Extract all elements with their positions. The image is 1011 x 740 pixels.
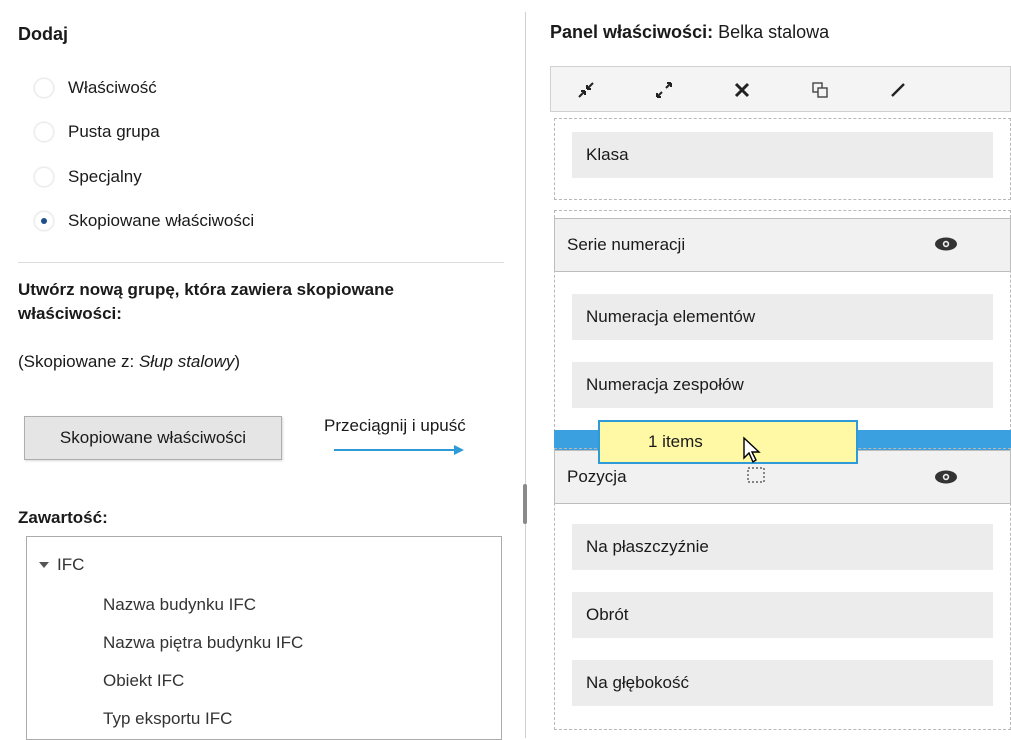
eye-icon[interactable] [934, 469, 958, 485]
copied-description: Utwórz nową grupę, która zawiera skopiow… [18, 280, 394, 323]
copied-from-text: (Skopiowane z: Słup stalowy) [18, 352, 240, 372]
tree-item[interactable]: Nazwa budynku IFC [103, 595, 256, 615]
tree-root-label: IFC [57, 555, 85, 574]
radio-label: Pusta grupa [68, 122, 160, 141]
radio-property[interactable]: Właściwość [34, 78, 157, 98]
radio-label: Specjalny [68, 167, 142, 186]
tree-node-ifc[interactable]: IFC [39, 555, 84, 575]
drag-hint: Przeciągnij i upuść [324, 416, 466, 435]
radio-circle[interactable] [34, 122, 54, 142]
eye-icon[interactable] [934, 236, 958, 252]
panel-title-value: Belka stalowa [718, 22, 830, 42]
contents-tree[interactable]: IFC Nazwa budynku IFC Nazwa piętra budyn… [26, 536, 502, 740]
contents-title: Zawartość: [18, 508, 108, 527]
panel-title: Panel właściwości: Belka stalowa [550, 22, 829, 43]
group-title: Serie numeracji [567, 235, 686, 254]
radio-circle[interactable] [34, 167, 54, 187]
panel-title-label: Panel właściwości: [550, 22, 714, 42]
radio-circle[interactable] [34, 211, 54, 231]
property-field-na-glebokosc[interactable]: Na głębokość [572, 660, 993, 706]
drag-cursor-icon [743, 436, 765, 483]
copy-icon[interactable] [805, 75, 835, 105]
drag-tooltip: 1 items [598, 420, 858, 464]
panel-splitter[interactable] [525, 12, 526, 738]
property-field-klasa[interactable]: Klasa [572, 132, 993, 178]
tree-item[interactable]: Typ eksportu IFC [103, 709, 232, 729]
add-title: Dodaj [18, 24, 69, 44]
radio-copied-properties[interactable]: Skopiowane właściwości [34, 211, 254, 231]
copied-from-suffix: ) [234, 352, 241, 371]
property-field-numeracja-elementow[interactable]: Numeracja elementów [572, 294, 993, 340]
edit-icon[interactable] [883, 75, 913, 105]
radio-empty-group[interactable]: Pusta grupa [34, 122, 160, 142]
splitter-grip[interactable] [523, 484, 527, 524]
radio-circle[interactable] [34, 78, 54, 98]
radio-label: Skopiowane właściwości [68, 211, 255, 230]
drag-arrow-icon [334, 445, 464, 455]
expand-arrow-icon[interactable] [39, 560, 49, 570]
radio-label: Właściwość [68, 78, 157, 97]
copied-from-prefix: (Skopiowane z: [18, 352, 139, 371]
copy-properties-button[interactable]: Skopiowane właściwości [24, 416, 282, 460]
property-field-obrot[interactable]: Obrót [572, 592, 993, 638]
properties-toolbar [550, 66, 1011, 112]
delete-icon[interactable] [727, 75, 757, 105]
group-title: Pozycja [567, 467, 627, 486]
property-field-numeracja-zespolow[interactable]: Numeracja zespołów [572, 362, 993, 408]
radio-special[interactable]: Specjalny [34, 167, 142, 187]
radio-selected-dot [41, 218, 47, 224]
section-divider [18, 262, 504, 263]
collapse-icon[interactable] [571, 75, 601, 105]
tree-item[interactable]: Obiekt IFC [103, 671, 184, 691]
tree-item[interactable]: Nazwa piętra budynku IFC [103, 633, 303, 653]
copied-from-name: Słup stalowy [138, 352, 235, 371]
property-field-na-plaszczyznie[interactable]: Na płaszczyźnie [572, 524, 993, 570]
expand-icon[interactable] [649, 75, 679, 105]
